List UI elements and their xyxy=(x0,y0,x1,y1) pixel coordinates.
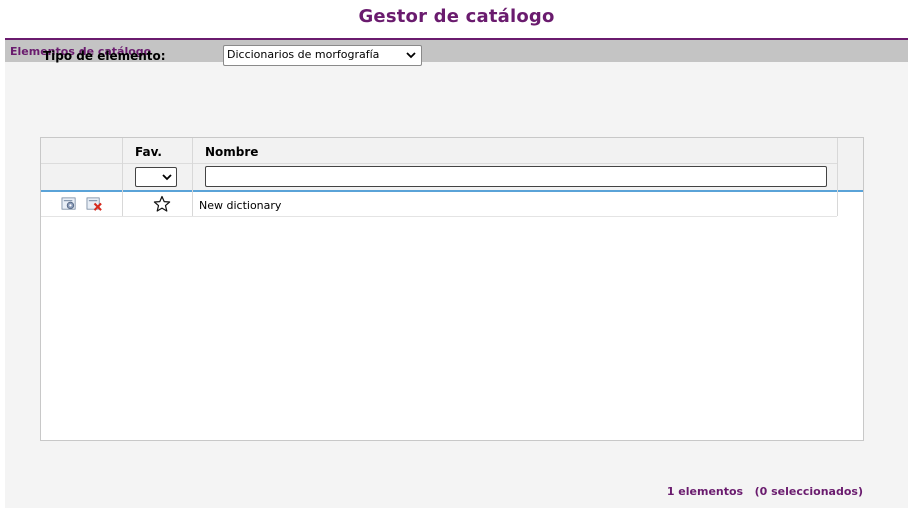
column-divider xyxy=(192,192,193,216)
favorite-star-icon[interactable] xyxy=(153,195,171,213)
column-divider xyxy=(837,192,838,216)
page-title: Gestor de catálogo xyxy=(358,6,555,27)
catalog-grid: Fav. Nombre New dictionary xyxy=(40,137,864,441)
chevron-down-icon xyxy=(406,52,416,59)
chevron-down-icon xyxy=(162,174,172,181)
column-divider xyxy=(192,138,193,192)
element-type-select[interactable]: Diccionarios de morfografía xyxy=(223,45,422,66)
edit-icon[interactable] xyxy=(61,196,78,212)
element-type-label: Tipo de elemento: xyxy=(43,49,166,63)
column-divider xyxy=(122,138,123,192)
column-divider xyxy=(837,138,838,192)
status-bar: 1 elementos (0 seleccionados) xyxy=(600,485,863,498)
row-name: New dictionary xyxy=(199,199,282,212)
item-count: 1 elementos xyxy=(666,485,744,498)
table-row[interactable]: New dictionary xyxy=(41,192,838,217)
column-divider xyxy=(122,192,123,216)
fav-filter-select[interactable] xyxy=(135,167,177,187)
element-type-value: Diccionarios de morfografía xyxy=(227,48,380,61)
column-header-name[interactable]: Nombre xyxy=(205,145,258,159)
delete-icon[interactable] xyxy=(86,196,103,212)
name-filter-input[interactable] xyxy=(205,166,827,187)
header-divider xyxy=(41,163,837,164)
column-header-fav[interactable]: Fav. xyxy=(135,145,162,159)
selected-count: (0 seleccionados) xyxy=(754,485,863,498)
grid-header: Fav. Nombre xyxy=(41,138,863,192)
